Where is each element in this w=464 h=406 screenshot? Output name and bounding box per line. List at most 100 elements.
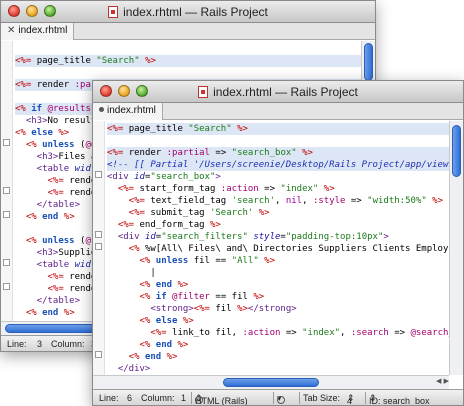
code-token: <%= [193, 304, 216, 314]
code-area[interactable]: <%= page_title "Search" %> <%= render :p… [107, 123, 449, 375]
code-token: => [209, 148, 232, 158]
code-token: "All" [231, 256, 259, 266]
code-line[interactable]: <%= start_form_tag :action => "index" %> [107, 183, 449, 195]
scroll-thumb[interactable] [364, 43, 373, 81]
code-line[interactable]: <%= page_title "Search" %> [15, 55, 361, 67]
code-line[interactable]: <% end %> [107, 339, 449, 351]
code-token: unless [155, 256, 189, 266]
code-token: <% [107, 352, 145, 362]
code-token: <div [107, 232, 145, 242]
code-line[interactable]: <div id="search_filters" style="padding-… [107, 231, 449, 243]
code-token: => [388, 328, 411, 338]
code-token: id [134, 172, 145, 182]
fold-marker-icon[interactable] [3, 211, 10, 218]
code-line[interactable]: <% %w[All\ Files\ and\ Directories Suppl… [107, 243, 449, 255]
code-line[interactable]: <% unless fil == "All" %> [107, 255, 449, 267]
tab-index-rhtml[interactable]: index.rhtml [93, 103, 163, 120]
code-line[interactable]: <div id="search_box"> [107, 171, 449, 183]
back-titlebar[interactable]: index.rhtml — Rails Project [1, 1, 375, 23]
code-token: submit_tag [150, 208, 210, 218]
code-token: </div> [107, 364, 151, 374]
fold-marker-icon[interactable] [3, 187, 10, 194]
window-title: index.rhtml — Rails Project [213, 85, 358, 99]
code-token: %> [318, 184, 335, 194]
code-token: <%= [107, 124, 129, 134]
code-line[interactable]: </div> [107, 363, 449, 375]
bundle-menu[interactable]: ▾ [277, 393, 285, 404]
code-line[interactable] [15, 67, 361, 79]
code-token: <%= [15, 272, 70, 282]
code-token: <strong> [107, 304, 194, 314]
code-line[interactable]: <% end %> [107, 351, 449, 363]
code-token: %> [209, 220, 221, 230]
column-label: Column: [141, 393, 175, 403]
code-token: text_field_tag [150, 196, 232, 206]
code-token: "Search" [188, 124, 232, 134]
code-token: <div [107, 172, 135, 182]
code-token: <h3> [15, 248, 59, 258]
code-token: if [155, 292, 167, 302]
front-titlebar[interactable]: index.rhtml — Rails Project [93, 81, 463, 103]
code-token: :style [312, 196, 346, 206]
line-label: Line: [99, 393, 119, 403]
fold-marker-icon[interactable] [95, 231, 102, 238]
scroll-arrows-icon[interactable]: ◀ ▶ [436, 377, 449, 385]
fold-marker-icon[interactable] [95, 351, 102, 358]
code-token: </table> [15, 200, 81, 210]
line-value: 3 [37, 339, 43, 349]
code-token: %> [237, 304, 248, 314]
code-token: <%= [107, 184, 140, 194]
window-title: index.rhtml — Rails Project [123, 5, 268, 19]
code-line[interactable]: <% else %> [107, 315, 449, 327]
scroll-thumb[interactable] [5, 324, 103, 333]
fold-marker-icon[interactable] [95, 243, 102, 250]
code-token: <%= [107, 220, 140, 230]
front-editor[interactable]: <%= page_title "Search" %> <%= render :p… [93, 121, 449, 375]
code-token: <% [15, 236, 43, 246]
fold-marker-icon[interactable] [95, 171, 102, 178]
code-line[interactable]: <%= end_form_tag %> [107, 219, 449, 231]
code-line[interactable]: | [107, 267, 449, 279]
scroll-thumb[interactable] [223, 378, 319, 387]
code-token: <% [15, 104, 32, 114]
code-token: <%= [15, 80, 37, 90]
code-line[interactable]: <%= text_field_tag 'search', nil, :style… [107, 195, 449, 207]
fold-marker-icon[interactable] [3, 259, 10, 266]
code-token: link_to fil, [172, 328, 243, 338]
code-token: "search_box" [231, 148, 297, 158]
code-token: render [36, 80, 75, 90]
line-value: 6 [127, 393, 133, 403]
code-token: <h3> [15, 152, 59, 162]
front-status-bar: Line: 6 Column: 1 HTML (Rails) ⇕ ▾ Tab S… [93, 389, 463, 405]
code-line[interactable]: <!-- [[ Partial '/Users/screenie/Desktop… [107, 159, 449, 171]
vertical-scrollbar[interactable] [449, 121, 463, 375]
language-selector[interactable]: HTML (Rails) ⇕ [195, 393, 248, 405]
code-line[interactable]: <%= submit_tag 'Search' %> [107, 207, 449, 219]
code-line[interactable]: <% end %> [107, 279, 449, 291]
code-token: "padding-top:10px" [285, 232, 384, 242]
code-line[interactable] [107, 135, 449, 147]
code-line[interactable]: <strong><%= fil %></strong> [107, 303, 449, 315]
fold-marker-icon[interactable] [3, 139, 10, 146]
modified-dot-icon[interactable] [99, 107, 104, 112]
code-token: %> [52, 128, 70, 138]
code-line[interactable]: <%= link_to fil, :action => "index", :se… [107, 327, 449, 339]
code-token: "Search" [96, 56, 140, 66]
tab-close-icon[interactable]: ✕ [7, 25, 15, 36]
horizontal-scrollbar[interactable]: ◀ ▶ [93, 375, 449, 389]
code-line[interactable]: <%= page_title "Search" %> [107, 123, 449, 135]
fold-marker-icon[interactable] [3, 283, 10, 290]
code-line[interactable]: <%= render :partial => "search_box" %> [107, 147, 449, 159]
code-token: <% [107, 256, 156, 266]
tab-index-rhtml[interactable]: ✕ index.rhtml [1, 23, 75, 40]
tab-size-selector[interactable]: 4 ⇕ [347, 393, 355, 405]
symbol-selector[interactable]: ID: search_box ⇕ [369, 393, 430, 405]
code-token: style [247, 232, 281, 242]
code-token: <% [15, 128, 32, 138]
code-token: %> [177, 316, 194, 326]
code-line[interactable]: <% if @filter == fil %> [107, 291, 449, 303]
code-token: <% [107, 316, 156, 326]
scroll-thumb[interactable] [452, 125, 461, 177]
code-token: <% [107, 340, 156, 350]
code-token: <table [15, 260, 75, 270]
